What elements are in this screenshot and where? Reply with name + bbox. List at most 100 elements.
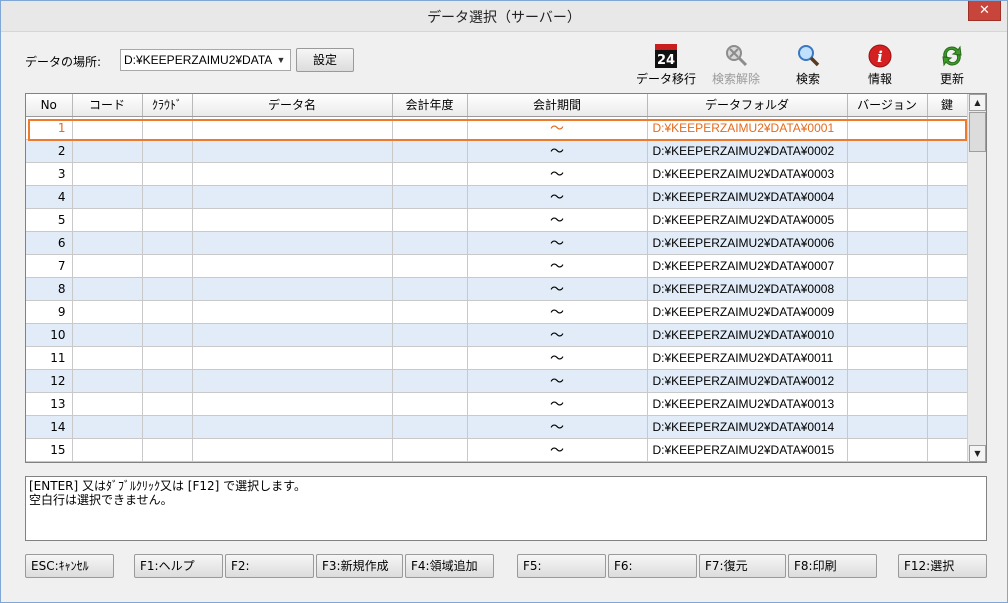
cell-key xyxy=(927,231,968,255)
scroll-up-icon[interactable]: ▲ xyxy=(969,94,986,111)
cell-data-folder: D:¥KEEPERZAIMU2¥DATA¥0007 xyxy=(647,254,848,278)
f2-button[interactable]: F2: xyxy=(225,554,314,578)
cell-version xyxy=(847,254,928,278)
cell-cloud xyxy=(142,208,193,232)
svg-text:i: i xyxy=(877,48,883,66)
table-row[interactable]: 9 ～ D:¥KEEPERZAIMU2¥DATA¥0009 xyxy=(26,300,968,324)
set-button[interactable]: 設定 xyxy=(296,48,354,72)
location-select[interactable]: D:¥KEEPERZAIMU2¥DATA ▼ xyxy=(120,49,291,71)
table-row[interactable]: 14 ～ D:¥KEEPERZAIMU2¥DATA¥0014 xyxy=(26,415,968,439)
cell-key xyxy=(927,277,968,301)
info-icon: i xyxy=(868,44,892,68)
cell-version xyxy=(847,185,928,209)
toolbar-search[interactable]: 検索 xyxy=(776,41,840,87)
cell-data-name xyxy=(192,438,393,462)
cell-data-folder: D:¥KEEPERZAIMU2¥DATA¥0009 xyxy=(647,300,848,324)
col-header-fiscal-year[interactable]: 会計年度 xyxy=(392,94,468,117)
table-row[interactable]: 5 ～ D:¥KEEPERZAIMU2¥DATA¥0005 xyxy=(26,208,968,232)
table-row[interactable]: 6 ～ D:¥KEEPERZAIMU2¥DATA¥0006 xyxy=(26,231,968,255)
col-header-no[interactable]: No xyxy=(26,94,73,117)
f12-select-button[interactable]: F12:選択 xyxy=(898,554,987,578)
cell-cloud xyxy=(142,139,193,163)
search-clear-icon xyxy=(726,45,748,67)
f6-button[interactable]: F6: xyxy=(608,554,697,578)
toolbar-label-search: 検索 xyxy=(795,72,820,86)
chevron-down-icon[interactable]: ▼ xyxy=(274,52,288,68)
table-row[interactable]: 10 ～ D:¥KEEPERZAIMU2¥DATA¥0010 xyxy=(26,323,968,347)
cell-version xyxy=(847,139,928,163)
cell-data-folder: D:¥KEEPERZAIMU2¥DATA¥0004 xyxy=(647,185,848,209)
cell-key xyxy=(927,438,968,462)
cell-cloud xyxy=(142,254,193,278)
cell-cloud xyxy=(142,369,193,393)
cell-key xyxy=(927,185,968,209)
cell-cloud xyxy=(142,162,193,186)
esc-cancel-button[interactable]: ESC:ｷｬﾝｾﾙ xyxy=(25,554,114,578)
cell-data-name xyxy=(192,277,393,301)
cell-version xyxy=(847,369,928,393)
table-row[interactable]: 3 ～ D:¥KEEPERZAIMU2¥DATA¥0003 xyxy=(26,162,968,186)
cell-version xyxy=(847,116,928,140)
f4-add-area-button[interactable]: F4:領域追加 xyxy=(405,554,494,578)
col-header-data-name[interactable]: データ名 xyxy=(192,94,393,117)
f8-print-button[interactable]: F8:印刷 xyxy=(788,554,877,578)
message-line-2: 空白行は選択できません。 xyxy=(29,493,173,507)
scroll-down-icon[interactable]: ▼ xyxy=(969,445,986,462)
table-row[interactable]: 11 ～ D:¥KEEPERZAIMU2¥DATA¥0011 xyxy=(26,346,968,370)
data-migrate-24-icon: 24 xyxy=(655,44,677,68)
cell-version xyxy=(847,392,928,416)
table-row[interactable]: 4 ～ D:¥KEEPERZAIMU2¥DATA¥0004 xyxy=(26,185,968,209)
cell-version xyxy=(847,208,928,232)
table-row[interactable]: 13 ～ D:¥KEEPERZAIMU2¥DATA¥0013 xyxy=(26,392,968,416)
table-row[interactable]: 2 ～ D:¥KEEPERZAIMU2¥DATA¥0002 xyxy=(26,139,968,163)
col-header-cloud[interactable]: ｸﾗｳﾄﾞ xyxy=(142,94,193,117)
cell-fiscal-period: ～ xyxy=(467,392,648,416)
cell-data-name xyxy=(192,392,393,416)
vertical-scrollbar[interactable]: ▲ ▼ xyxy=(967,94,986,462)
cell-fiscal-period: ～ xyxy=(467,116,648,140)
col-header-data-folder[interactable]: データフォルダ xyxy=(647,94,848,117)
cell-fiscal-year xyxy=(392,162,468,186)
cell-data-folder: D:¥KEEPERZAIMU2¥DATA¥0001 xyxy=(647,116,848,140)
cell-no: 7 xyxy=(26,254,73,278)
cell-cloud xyxy=(142,231,193,255)
location-value: D:¥KEEPERZAIMU2¥DATA xyxy=(124,53,273,67)
toolbar-search-clear[interactable]: 検索解除 xyxy=(704,41,768,87)
f1-help-button[interactable]: F1:ヘルプ xyxy=(134,554,223,578)
cell-data-name xyxy=(192,162,393,186)
cell-data-name xyxy=(192,415,393,439)
cell-data-folder: D:¥KEEPERZAIMU2¥DATA¥0003 xyxy=(647,162,848,186)
col-header-version[interactable]: バージョン xyxy=(847,94,928,117)
table-row[interactable]: 1 ～ D:¥KEEPERZAIMU2¥DATA¥0001 xyxy=(26,116,968,140)
cell-fiscal-period: ～ xyxy=(467,438,648,462)
data-grid[interactable]: No コード ｸﾗｳﾄﾞ データ名 会計年度 会計期間 データフォルダ バージョ… xyxy=(25,93,987,463)
cell-code xyxy=(72,323,143,347)
f7-restore-button[interactable]: F7:復元 xyxy=(699,554,786,578)
cell-fiscal-year xyxy=(392,208,468,232)
cell-fiscal-period: ～ xyxy=(467,415,648,439)
col-header-key[interactable]: 鍵 xyxy=(927,94,968,117)
table-row[interactable]: 8 ～ D:¥KEEPERZAIMU2¥DATA¥0008 xyxy=(26,277,968,301)
f3-new-button[interactable]: F3:新規作成 xyxy=(316,554,403,578)
f5-button[interactable]: F5: xyxy=(517,554,606,578)
cell-key xyxy=(927,162,968,186)
toolbar-data-migrate[interactable]: 24 データ移行 xyxy=(634,41,698,87)
col-header-code[interactable]: コード xyxy=(72,94,143,117)
cell-no: 5 xyxy=(26,208,73,232)
toolbar-refresh[interactable]: 更新 xyxy=(920,41,984,87)
col-header-fiscal-period[interactable]: 会計期間 xyxy=(467,94,648,117)
cell-code xyxy=(72,438,143,462)
table-row[interactable]: 15 ～ D:¥KEEPERZAIMU2¥DATA¥0015 xyxy=(26,438,968,462)
cell-data-name xyxy=(192,185,393,209)
cell-fiscal-period: ～ xyxy=(467,185,648,209)
cell-fiscal-year xyxy=(392,392,468,416)
data-table: No コード ｸﾗｳﾄﾞ データ名 会計年度 会計期間 データフォルダ バージョ… xyxy=(26,94,968,462)
location-label: データの場所: xyxy=(25,55,102,69)
toolbar-info[interactable]: i 情報 xyxy=(848,41,912,87)
cell-fiscal-year xyxy=(392,185,468,209)
close-button[interactable]: ✕ xyxy=(968,1,1001,21)
table-row[interactable]: 7 ～ D:¥KEEPERZAIMU2¥DATA¥0007 xyxy=(26,254,968,278)
table-row[interactable]: 12 ～ D:¥KEEPERZAIMU2¥DATA¥0012 xyxy=(26,369,968,393)
scroll-thumb[interactable] xyxy=(969,112,986,152)
cell-cloud xyxy=(142,438,193,462)
